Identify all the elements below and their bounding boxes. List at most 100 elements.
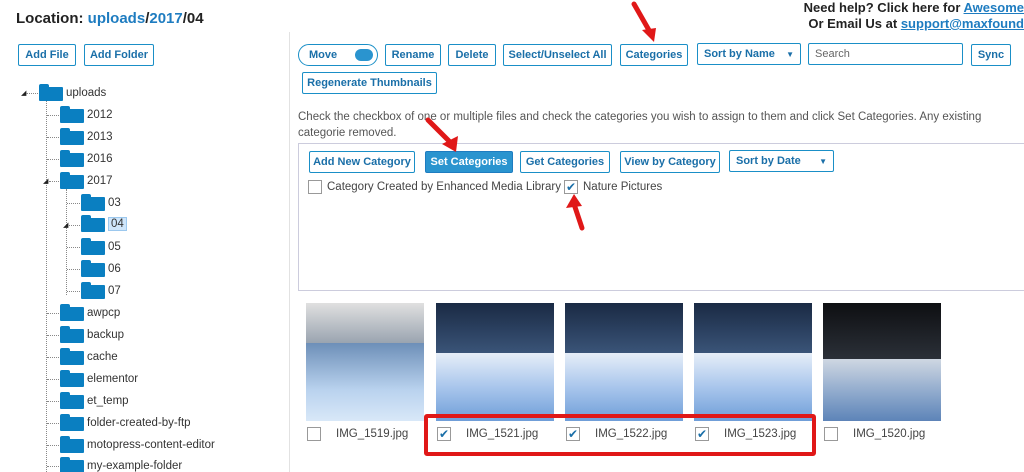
search-input[interactable]: Search: [808, 43, 963, 65]
folder-open-icon: [81, 215, 105, 232]
folder-icon: [60, 128, 84, 145]
breadcrumb-2017[interactable]: 2017: [149, 10, 182, 27]
folder-label: backup: [87, 328, 125, 341]
folder-label: folder-created-by-ftp: [87, 416, 191, 429]
file-item-1519[interactable]: IMG_1519.jpg: [307, 427, 408, 441]
tree-folder-2013[interactable]: 2013: [60, 128, 113, 145]
file-checkbox[interactable]: [307, 427, 321, 441]
sync-button[interactable]: Sync: [971, 44, 1011, 66]
tree-folder-2016[interactable]: 2016: [60, 150, 113, 167]
tree-folder-07[interactable]: 07: [81, 282, 121, 299]
tree-folder-04[interactable]: 04: [81, 215, 127, 232]
support-email-link[interactable]: support@maxfound: [901, 16, 1024, 31]
tree-line: [67, 269, 80, 270]
folder-icon: [81, 282, 105, 299]
thumbnail-img-1523[interactable]: [694, 303, 812, 421]
folder-label: motopress-content-editor: [87, 438, 215, 451]
tree-line: [47, 423, 59, 424]
tree-folder-created-by-ftp[interactable]: folder-created-by-ftp: [60, 414, 191, 431]
add-file-button[interactable]: Add File: [18, 44, 76, 66]
delete-button[interactable]: Delete: [448, 44, 496, 66]
tree-folder-uploads[interactable]: uploads: [39, 84, 106, 101]
category-checkbox[interactable]: [308, 180, 322, 194]
folder-label: 05: [108, 240, 121, 253]
categories-button[interactable]: Categories: [620, 44, 688, 66]
tree-line: [47, 401, 59, 402]
sort-date-label: Sort by Date: [736, 155, 801, 167]
annotation-arrow-icon: [631, 1, 656, 42]
rename-button[interactable]: Rename: [385, 44, 441, 66]
tree-folder-cache[interactable]: cache: [60, 348, 118, 365]
file-item-1520[interactable]: IMG_1520.jpg: [824, 427, 925, 441]
tree-folder-my-example[interactable]: my-example-folder: [60, 457, 182, 472]
tree-line: [47, 335, 59, 336]
tree-line: [67, 247, 80, 248]
folder-icon: [60, 304, 84, 321]
sort-by-date-select[interactable]: Sort by Date ▼: [729, 150, 834, 172]
add-new-category-button[interactable]: Add New Category: [309, 151, 415, 173]
thumbnail-img-1520[interactable]: [823, 303, 941, 421]
breadcrumb-uploads[interactable]: uploads: [88, 10, 146, 27]
help-link[interactable]: Awesome: [964, 0, 1024, 15]
dropdown-arrow-icon: ▼: [819, 156, 827, 166]
tree-folder-awpcp[interactable]: awpcp: [60, 304, 120, 321]
select-all-button[interactable]: Select/Unselect All: [503, 44, 612, 66]
folder-icon: [60, 414, 84, 431]
move-label: Move: [309, 49, 338, 61]
category-option-eml[interactable]: Category Created by Enhanced Media Libra…: [308, 180, 561, 194]
tree-folder-elementor[interactable]: elementor: [60, 370, 138, 387]
thumbnail-img-1522[interactable]: [565, 303, 683, 421]
tree-folder-motopress[interactable]: motopress-content-editor: [60, 436, 215, 453]
expand-icon[interactable]: ◢: [63, 221, 68, 229]
move-toggle[interactable]: Move: [298, 44, 378, 66]
folder-label: et_temp: [87, 394, 129, 407]
tree-folder-2012[interactable]: 2012: [60, 106, 113, 123]
pane-divider: [289, 32, 290, 472]
tree-folder-03[interactable]: 03: [81, 194, 121, 211]
help-text: Need help? Click here for: [803, 0, 964, 15]
add-folder-button[interactable]: Add Folder: [84, 44, 154, 66]
folder-icon: [60, 457, 84, 472]
collapse-icon[interactable]: ◢: [43, 177, 48, 185]
tree-line: [66, 189, 67, 295]
sort-name-label: Sort by Name: [704, 48, 775, 60]
tree-folder-backup[interactable]: backup: [60, 326, 124, 343]
annotation-highlight-box: [424, 414, 816, 456]
folder-label: 2012: [87, 108, 113, 121]
folder-label: my-example-folder: [87, 459, 183, 472]
tree-folder-06[interactable]: 06: [81, 260, 121, 277]
tree-line: [47, 379, 59, 380]
set-categories-button[interactable]: Set Categories: [425, 151, 513, 173]
regenerate-thumbnails-button[interactable]: Regenerate Thumbnails: [302, 72, 437, 94]
tree-line: [47, 137, 59, 138]
folder-label: 2017: [87, 174, 113, 187]
folder-icon: [81, 238, 105, 255]
tree-folder-05[interactable]: 05: [81, 238, 121, 255]
thumbnail-img-1519[interactable]: [306, 303, 424, 421]
location-prefix: Location:: [16, 10, 88, 27]
category-label: Nature Pictures: [583, 181, 663, 193]
annotation-arrow-icon: [566, 194, 585, 231]
tree-line: [47, 115, 59, 116]
tree-line: [47, 466, 59, 467]
dropdown-arrow-icon: ▼: [786, 49, 794, 59]
folder-label: cache: [87, 350, 118, 363]
breadcrumb-04: 04: [186, 10, 204, 27]
folder-label: uploads: [66, 86, 107, 99]
folder-open-icon: [39, 84, 63, 101]
folder-icon: [60, 348, 84, 365]
tree-folder-2017[interactable]: 2017: [60, 172, 113, 189]
thumbnail-img-1521[interactable]: [436, 303, 554, 421]
help-box: Need help? Click here for Awesome Or Ema…: [764, 0, 1024, 32]
tree-folder-et-temp[interactable]: et_temp: [60, 392, 129, 409]
file-name: IMG_1519.jpg: [336, 428, 409, 440]
get-categories-button[interactable]: Get Categories: [520, 151, 610, 173]
file-checkbox[interactable]: [824, 427, 838, 441]
folder-icon: [60, 106, 84, 123]
folder-icon: [81, 194, 105, 211]
toggle-knob: [355, 49, 373, 61]
sort-by-name-select[interactable]: Sort by Name ▼: [697, 43, 801, 65]
view-by-category-button[interactable]: View by Category: [620, 151, 720, 173]
folder-label: 2013: [87, 130, 113, 143]
folder-icon: [60, 392, 84, 409]
